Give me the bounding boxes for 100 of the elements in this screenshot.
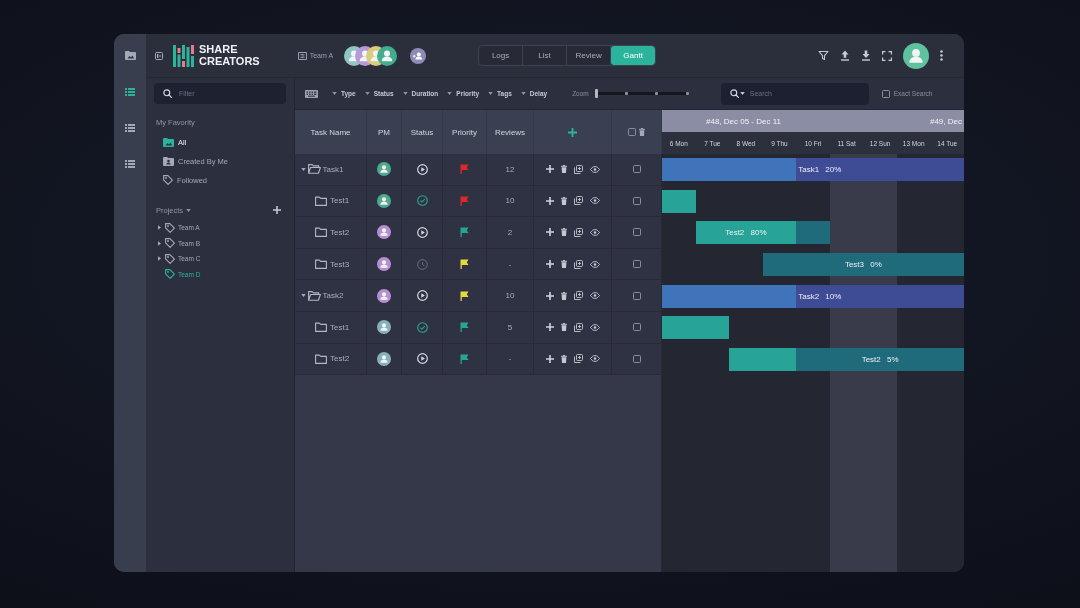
checkbox[interactable] xyxy=(632,291,641,300)
caret-right-icon[interactable] xyxy=(158,256,161,262)
task-bar[interactable] xyxy=(662,316,730,340)
tag-icon xyxy=(165,222,175,233)
copy-icon[interactable] xyxy=(573,354,583,364)
folder-user-icon xyxy=(163,156,174,166)
download-icon[interactable] xyxy=(861,50,871,61)
bar-label: Test2 5% xyxy=(861,353,899,366)
column-header: Priority xyxy=(452,127,477,137)
upload-icon[interactable] xyxy=(840,50,850,61)
task-name: Test1 xyxy=(330,322,350,332)
add-icon[interactable] xyxy=(545,260,554,269)
task-name: Test2 xyxy=(330,228,350,237)
trash-icon[interactable] xyxy=(560,291,567,300)
logo-wordmark: SHARE CREATORS xyxy=(199,44,260,67)
eye-icon[interactable] xyxy=(589,197,600,205)
list-icon[interactable] xyxy=(125,88,135,96)
bar-label: Task2 10% xyxy=(798,290,842,303)
folder-image-icon xyxy=(163,137,174,147)
exact-search-checkbox[interactable] xyxy=(881,89,890,98)
copy-icon[interactable] xyxy=(573,164,583,174)
caret-down-icon xyxy=(364,92,370,95)
add-icon[interactable] xyxy=(545,291,554,300)
search-icon xyxy=(163,89,172,98)
sidebar-toggle-icon[interactable] xyxy=(155,51,163,60)
list-icon[interactable] xyxy=(125,124,135,132)
checkbox[interactable] xyxy=(632,228,641,237)
task-name: Test2 xyxy=(330,354,350,364)
task-name: Task2 xyxy=(322,291,344,301)
bar-label: Test2 80% xyxy=(725,227,767,240)
checkbox[interactable] xyxy=(632,165,641,174)
copy-icon[interactable] xyxy=(573,291,583,301)
checkbox[interactable] xyxy=(632,323,641,332)
checkbox[interactable] xyxy=(632,196,641,205)
list-icon[interactable] xyxy=(125,160,135,168)
filter-icon[interactable] xyxy=(818,50,829,61)
copy-icon[interactable] xyxy=(573,259,583,269)
add-member-icon[interactable] xyxy=(410,47,427,64)
eye-icon[interactable] xyxy=(589,260,600,268)
bar-label: Task1 20% xyxy=(798,164,842,177)
slider-tick xyxy=(625,92,629,95)
avatar-icon[interactable] xyxy=(903,42,929,69)
folder-icon xyxy=(315,322,327,333)
folder-icon xyxy=(315,227,327,238)
trash-icon[interactable] xyxy=(560,354,567,363)
progress-fill xyxy=(662,316,730,340)
progress-fill xyxy=(662,189,696,213)
add-icon[interactable] xyxy=(568,127,577,137)
copy-icon[interactable] xyxy=(573,322,583,332)
eye-icon[interactable] xyxy=(589,323,600,331)
trash-icon[interactable] xyxy=(560,165,567,174)
column-header: Task Name xyxy=(310,127,351,137)
folder-open-icon xyxy=(307,164,321,175)
task-bar[interactable] xyxy=(662,189,696,213)
column-header: PM xyxy=(378,127,390,137)
week-label: #49, Dec xyxy=(929,116,962,126)
keyboard-icon[interactable] xyxy=(305,89,318,98)
view-tab[interactable]: Logs xyxy=(479,46,524,65)
copy-icon[interactable] xyxy=(573,196,583,206)
add-icon[interactable] xyxy=(273,206,281,214)
eye-icon[interactable] xyxy=(589,229,600,236)
trash-icon[interactable] xyxy=(560,260,567,269)
add-icon[interactable] xyxy=(545,354,554,363)
caret-right-icon[interactable] xyxy=(158,240,161,246)
copy-icon[interactable] xyxy=(573,228,583,237)
trash-icon[interactable] xyxy=(560,228,567,237)
select-all-checkbox[interactable] xyxy=(628,128,636,136)
task-bar[interactable]: Test2 5% xyxy=(729,347,964,371)
add-icon[interactable] xyxy=(545,196,554,205)
summary-bar[interactable]: Task1 20% xyxy=(662,158,964,182)
progress-fill xyxy=(729,347,797,371)
trash-icon[interactable] xyxy=(639,128,645,136)
caret-down-icon[interactable] xyxy=(301,167,306,171)
checkbox[interactable] xyxy=(632,260,641,269)
slider-thumb[interactable] xyxy=(594,89,598,98)
fullscreen-icon[interactable] xyxy=(882,50,892,61)
review-count: - xyxy=(508,354,512,364)
add-icon[interactable] xyxy=(545,228,554,237)
review-count: 2 xyxy=(507,228,513,237)
eye-icon[interactable] xyxy=(589,165,600,173)
trash-icon[interactable] xyxy=(560,323,567,332)
add-icon[interactable] xyxy=(545,323,554,332)
more-icon[interactable] xyxy=(940,50,943,61)
caret-down-icon xyxy=(520,92,526,95)
task-bar[interactable]: Test3 0% xyxy=(762,253,964,277)
caret-right-icon[interactable] xyxy=(158,225,161,231)
summary-bar[interactable]: Task2 10% xyxy=(662,284,964,308)
add-icon[interactable] xyxy=(545,165,554,174)
checkbox[interactable] xyxy=(632,354,641,363)
trash-icon[interactable] xyxy=(560,196,567,205)
folder-icon[interactable] xyxy=(124,51,136,60)
eye-icon[interactable] xyxy=(589,355,600,363)
task-name: Test1 xyxy=(330,196,350,206)
slider-tick xyxy=(655,92,659,95)
eye-icon[interactable] xyxy=(589,292,600,300)
caret-down-icon[interactable] xyxy=(301,294,306,298)
zoom-slider[interactable] xyxy=(594,89,689,98)
view-tab[interactable]: List xyxy=(523,46,568,65)
review-count: 10 xyxy=(505,291,515,301)
caret-down-icon xyxy=(402,92,408,95)
